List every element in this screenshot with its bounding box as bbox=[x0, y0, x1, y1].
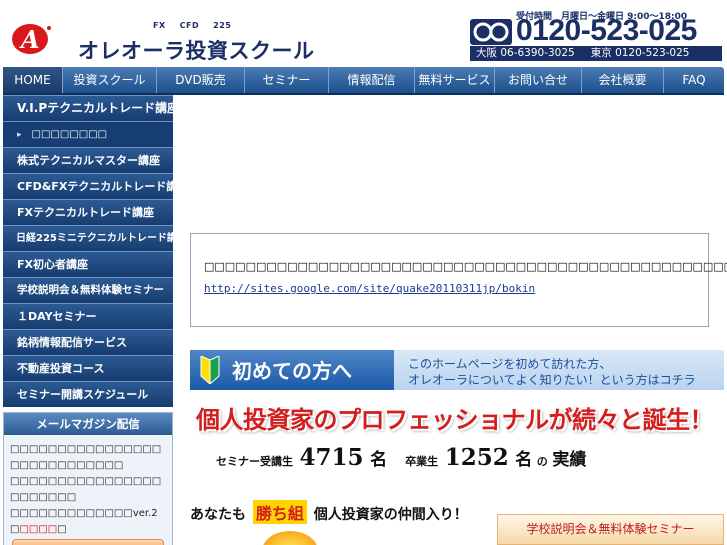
mail-body-line: □□□□□□□□□□□□□ver.2□□□□□□ bbox=[10, 506, 166, 538]
school-seminar-banner[interactable]: 学校説明会＆無料体験セミナー bbox=[497, 514, 724, 545]
sidebar-item-schedule[interactable]: セミナー開講スケジュール bbox=[3, 381, 173, 407]
sidebar-item-sub[interactable]: □□□□□□□□ bbox=[3, 121, 173, 147]
sidebar: V.I.Pテクニカルトレード講座 □□□□□□□□ 株式テクニカルマスター講座 … bbox=[3, 95, 173, 407]
main-nav: HOME 投資スクール DVD販売 セミナー 情報配信 無料サービス お問い合せ… bbox=[3, 67, 724, 95]
tel-tokyo: 東京 0120-523-025 bbox=[590, 47, 690, 59]
mail-body-line: □□□□□□□□□□□□□□□□□□□□□□□ bbox=[10, 476, 162, 503]
nav-info[interactable]: 情報配信 bbox=[329, 67, 415, 93]
join-win-badge: 勝ち組 bbox=[252, 500, 307, 524]
header: A FX CFD 225 オレオーラ投資スクール 受付時間 月曜日～金曜日 9:00… bbox=[0, 0, 727, 66]
logo-icon[interactable]: A bbox=[10, 20, 52, 56]
graduate-label: 卒業生 bbox=[405, 455, 439, 468]
nav-home[interactable]: HOME bbox=[3, 67, 63, 93]
nav-school[interactable]: 投資スクール bbox=[63, 67, 157, 93]
headline: 個人投資家のプロフェッショナルが続々と誕生！ bbox=[190, 400, 724, 438]
first-visit-line1: このホームページを初めて訪れた方、 bbox=[408, 357, 612, 371]
notice-link[interactable]: http://sites.google.com/site/quake201103… bbox=[204, 282, 535, 295]
tag-fx: FX bbox=[153, 21, 166, 30]
mail-subscribe-button[interactable] bbox=[12, 539, 164, 545]
notice-box: □□□□□□□□□□□□□□□□□□□□□□□□□□□□□□□□□□□□□□□□… bbox=[190, 233, 727, 327]
mail-magazine-body: □□□□□□□□□□□□□□□□□□□□□□□□□□□□ □□□□□□□□□□□… bbox=[4, 435, 172, 545]
svg-text:A: A bbox=[19, 25, 40, 54]
tel-sub-numbers: 大阪 06-6390-3025 東京 0120-523-025 bbox=[470, 46, 722, 61]
mail-body-line: □□□□□□□□□□□□□□□□□□□□□□□□□□□□ bbox=[10, 444, 162, 471]
mail-body-highlight: □□□□ bbox=[19, 524, 58, 535]
first-visit-banner[interactable]: 初めての方へ このホームページを初めて訪れた方、 オレオーラについてよく知りたい… bbox=[190, 350, 724, 390]
first-visit-banner-right: このホームページを初めて訪れた方、 オレオーラについてよく知りたい！という方はコ… bbox=[394, 350, 724, 390]
freedial-icon bbox=[470, 19, 512, 45]
logo-text[interactable]: オレオーラ投資スクール bbox=[78, 35, 315, 65]
tag-225: 225 bbox=[213, 21, 232, 30]
tel-box: 0120-523-025 大阪 06-6390-3025 東京 0120-523-… bbox=[470, 14, 722, 61]
join-prefix: あなたも bbox=[190, 507, 246, 523]
first-visit-banner-left: 初めての方へ bbox=[190, 350, 394, 390]
seminar-label: セミナー受講生 bbox=[216, 455, 293, 468]
mail-magazine-title: メールマガジン配信 bbox=[4, 413, 172, 435]
tag-cfd: CFD bbox=[179, 21, 200, 30]
sidebar-item-stock[interactable]: 株式テクニカルマスター講座 bbox=[3, 147, 173, 173]
sidebar-item-school-info[interactable]: 学校説明会＆無料体験セミナー bbox=[3, 277, 173, 303]
stats-row: セミナー受講生 4715 名 卒業生 1252 名 の 実績 bbox=[216, 444, 586, 471]
mail-magazine-box: メールマガジン配信 □□□□□□□□□□□□□□□□□□□□□□□□□□□□ □… bbox=[3, 412, 173, 545]
sidebar-item-stock-info[interactable]: 銘柄情報配信サービス bbox=[3, 329, 173, 355]
nav-dvd[interactable]: DVD販売 bbox=[157, 67, 245, 93]
beginner-mark-icon bbox=[200, 356, 220, 384]
unit-2: 名 bbox=[515, 450, 533, 470]
tel-main-number[interactable]: 0120-523-025 bbox=[516, 14, 697, 48]
free-badge-icon bbox=[262, 531, 318, 545]
seminar-count: 4715 bbox=[299, 444, 364, 471]
graduate-count: 1252 bbox=[444, 444, 509, 471]
stats: セミナー受講生 4715 名 卒業生 1252 名 の 実績 bbox=[190, 444, 724, 480]
sidebar-item-fx-beginner[interactable]: FX初心者講座 bbox=[3, 251, 173, 277]
stats-result: 実績 bbox=[552, 450, 587, 470]
sidebar-item-real-estate[interactable]: 不動産投資コース bbox=[3, 355, 173, 381]
sidebar-item-vip[interactable]: V.I.Pテクニカルトレード講座 bbox=[3, 95, 173, 121]
first-visit-title: 初めての方へ bbox=[232, 359, 352, 383]
nav-faq[interactable]: FAQ bbox=[664, 67, 724, 93]
mail-body-tail: □ bbox=[57, 524, 67, 535]
unit-1: 名 bbox=[370, 450, 388, 470]
nav-seminar[interactable]: セミナー bbox=[245, 67, 329, 93]
sidebar-item-cfd-fx[interactable]: CFD&FXテクニカルトレード講座 bbox=[3, 173, 173, 199]
sidebar-item-1day[interactable]: １DAYセミナー bbox=[3, 303, 173, 329]
stats-no: の bbox=[536, 455, 548, 468]
notice-text: □□□□□□□□□□□□□□□□□□□□□□□□□□□□□□□□□□□□□□□□… bbox=[204, 260, 727, 273]
first-visit-line2: オレオーラについてよく知りたい！という方はコチラ bbox=[408, 373, 696, 387]
join-text: あなたも 勝ち組 個人投資家の仲間入り！ bbox=[190, 500, 500, 524]
headline-text: 個人投資家のプロフェッショナルが続々と誕生！ bbox=[196, 406, 714, 434]
nav-contact[interactable]: お問い合せ bbox=[495, 67, 582, 93]
join-message: あなたも 勝ち組 個人投資家の仲間入り！ bbox=[190, 500, 500, 530]
nav-company[interactable]: 会社概要 bbox=[582, 67, 664, 93]
sidebar-item-fx-technical[interactable]: FXテクニカルトレード講座 bbox=[3, 199, 173, 225]
sidebar-item-nikkei225[interactable]: 日経225ミニテクニカルトレード講座 bbox=[3, 225, 173, 251]
nav-free-service[interactable]: 無料サービス bbox=[415, 67, 495, 93]
logo-tags: FX CFD 225 bbox=[153, 21, 245, 30]
tel-osaka: 大阪 06-6390-3025 bbox=[476, 47, 575, 59]
join-suffix: 個人投資家の仲間入り！ bbox=[313, 507, 468, 523]
